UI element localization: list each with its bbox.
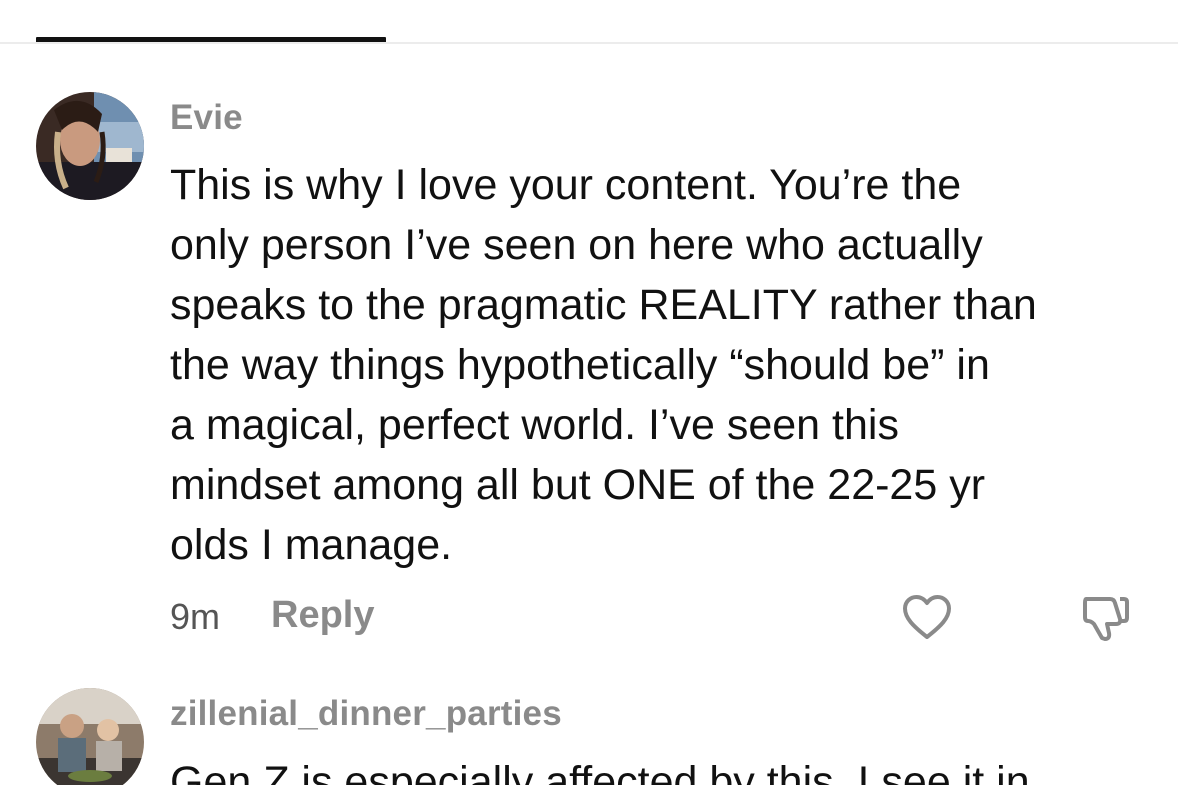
thumbs-down-icon[interactable] (1080, 591, 1132, 648)
comment-text: Gen Z is especially affected by this. I … (170, 752, 1150, 785)
comment-text-line: Gen Z is especially affected by this. I … (170, 758, 1030, 785)
avatar[interactable] (36, 688, 144, 785)
heart-outline-icon[interactable] (901, 593, 953, 646)
comment-username[interactable]: Evie (170, 98, 243, 138)
comment-timestamp: 9m (170, 596, 221, 637)
tab-strip (0, 0, 1178, 44)
comment-username[interactable]: zillenial_dinner_parties (170, 694, 562, 734)
reply-button[interactable]: Reply (271, 594, 374, 637)
comment-text: This is why I love your content. You’re … (170, 155, 1150, 575)
comment-text-line: only person I’ve seen on here who actual… (170, 221, 983, 269)
comments-screen: Evie This is why I love your content. Yo… (0, 0, 1178, 785)
comment-text-line: This is why I love your content. You’re … (170, 161, 962, 209)
comment-text-line: mindset among all but ONE of the 22-25 y… (170, 461, 986, 509)
avatar-image (36, 92, 144, 200)
comment-text-line: speaks to the pragmatic REALITY rather t… (170, 281, 1037, 329)
comment-text-line: a magical, perfect world. I’ve seen this (170, 401, 899, 449)
avatar[interactable] (36, 92, 144, 200)
tab-divider (0, 42, 1178, 44)
avatar-image (36, 688, 144, 785)
comment-text-line: the way things hypothetically “should be… (170, 341, 990, 389)
comment-text-line: olds I manage. (170, 521, 453, 569)
